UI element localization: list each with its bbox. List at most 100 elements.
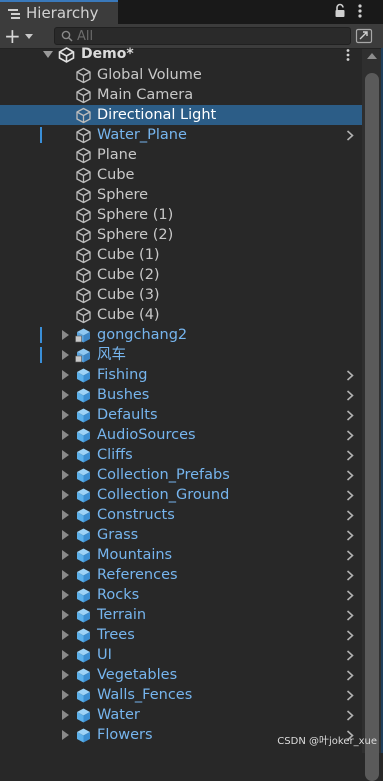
open-prefab-chevron-icon[interactable] [346, 490, 354, 501]
expand-arrow-icon[interactable] [62, 730, 69, 740]
hierarchy-item[interactable]: UI [0, 645, 362, 665]
open-prefab-chevron-icon[interactable] [346, 130, 354, 141]
hierarchy-item[interactable]: Collection_Prefabs [0, 465, 362, 485]
expand-arrow-icon[interactable] [62, 510, 69, 520]
hierarchy-item-label: Collection_Ground [97, 487, 230, 503]
expand-arrow-icon[interactable] [62, 570, 69, 580]
model-prefab-icon [75, 348, 90, 363]
vertical-scrollbar[interactable] [362, 49, 383, 781]
hierarchy-item[interactable]: Defaults [0, 405, 362, 425]
expand-arrow-icon[interactable] [62, 390, 69, 400]
hierarchy-item[interactable]: Rocks [0, 585, 362, 605]
prefab-icon [77, 368, 90, 383]
expand-arrow-icon[interactable] [62, 710, 69, 720]
expand-arrow-icon[interactable] [62, 490, 69, 500]
open-prefab-chevron-icon[interactable] [346, 570, 354, 581]
hierarchy-item[interactable]: Directional Light [0, 105, 362, 125]
expand-arrow-icon[interactable] [62, 530, 69, 540]
scroll-up-arrow-icon[interactable] [367, 53, 377, 59]
open-prefab-chevron-icon[interactable] [346, 390, 354, 401]
hierarchy-item[interactable]: Sphere (2) [0, 225, 362, 245]
open-prefab-chevron-icon[interactable] [346, 650, 354, 661]
expand-arrow-icon[interactable] [62, 690, 69, 700]
hierarchy-item[interactable]: Main Camera [0, 85, 362, 105]
expand-arrow-icon[interactable] [62, 430, 69, 440]
expand-arrow-icon[interactable] [62, 670, 69, 680]
expand-arrow-icon[interactable] [62, 650, 69, 660]
open-prefab-chevron-icon[interactable] [346, 690, 354, 701]
gameobject-icon [76, 87, 91, 104]
hierarchy-item[interactable]: Vegetables [0, 665, 362, 685]
override-marker [40, 347, 42, 363]
hierarchy-item[interactable]: Cliffs [0, 445, 362, 465]
expand-arrow-icon[interactable] [62, 590, 69, 600]
open-prefab-chevron-icon[interactable] [346, 530, 354, 541]
window-menu-icon[interactable] [355, 3, 365, 19]
hierarchy-item[interactable]: Water [0, 705, 362, 725]
hierarchy-item[interactable]: AudioSources [0, 425, 362, 445]
prefab-icon [77, 648, 90, 663]
expand-arrow-icon[interactable] [62, 630, 69, 640]
hierarchy-item[interactable]: Fishing [0, 365, 362, 385]
scene-row[interactable]: Demo* [0, 45, 362, 65]
hierarchy-list-icon [8, 8, 20, 19]
hierarchy-item[interactable]: Trees [0, 625, 362, 645]
hierarchy-item[interactable]: Walls_Fences [0, 685, 362, 705]
model-prefab-icon [75, 328, 90, 343]
expand-arrow-icon[interactable] [62, 450, 69, 460]
open-prefab-chevron-icon[interactable] [346, 610, 354, 621]
tab-hierarchy[interactable]: Hierarchy [0, 0, 118, 24]
hierarchy-item[interactable]: Collection_Ground [0, 485, 362, 505]
hierarchy-item[interactable]: Constructs [0, 505, 362, 525]
lock-icon[interactable] [334, 3, 346, 19]
hierarchy-item-label: Cliffs [97, 447, 133, 463]
expand-arrow-icon[interactable] [62, 550, 69, 560]
hierarchy-item-label: Cube [97, 167, 135, 183]
hierarchy-item[interactable]: Global Volume [0, 65, 362, 85]
open-prefab-chevron-icon[interactable] [346, 670, 354, 681]
hierarchy-item[interactable]: Grass [0, 525, 362, 545]
hierarchy-item[interactable]: References [0, 565, 362, 585]
expand-arrow-icon[interactable] [62, 370, 69, 380]
open-prefab-chevron-icon[interactable] [346, 450, 354, 461]
expand-arrow-icon[interactable] [62, 470, 69, 480]
hierarchy-item[interactable]: Cube (4) [0, 305, 362, 325]
scene-fold-arrow-icon[interactable] [43, 51, 53, 58]
open-prefab-chevron-icon[interactable] [346, 550, 354, 561]
expand-arrow-icon[interactable] [62, 410, 69, 420]
prefab-icon [77, 428, 90, 443]
hierarchy-item[interactable]: Sphere (1) [0, 205, 362, 225]
hierarchy-item[interactable]: Terrain [0, 605, 362, 625]
open-prefab-chevron-icon[interactable] [346, 710, 354, 721]
hierarchy-item[interactable]: Plane [0, 145, 362, 165]
open-prefab-chevron-icon[interactable] [346, 370, 354, 381]
create-dropdown-button[interactable]: + [4, 26, 42, 46]
hierarchy-item[interactable]: gongchang2 [0, 325, 362, 345]
open-prefab-chevron-icon[interactable] [346, 630, 354, 641]
search-type-icon[interactable] [355, 28, 373, 44]
hierarchy-item[interactable]: Cube (2) [0, 265, 362, 285]
scene-menu-icon[interactable] [344, 48, 352, 62]
hierarchy-item[interactable]: Bushes [0, 385, 362, 405]
search-field[interactable] [54, 27, 351, 45]
hierarchy-item[interactable]: Cube [0, 165, 362, 185]
hierarchy-item[interactable]: 风车 [0, 345, 362, 365]
expand-arrow-icon[interactable] [62, 350, 69, 360]
search-input[interactable] [77, 28, 317, 44]
hierarchy-item-label: Constructs [97, 507, 175, 523]
hierarchy-item[interactable]: Sphere [0, 185, 362, 205]
hierarchy-item[interactable]: Cube (1) [0, 245, 362, 265]
open-prefab-chevron-icon[interactable] [346, 410, 354, 421]
hierarchy-item[interactable]: Cube (3) [0, 285, 362, 305]
hierarchy-item[interactable]: Water_Plane [0, 125, 362, 145]
open-prefab-chevron-icon[interactable] [346, 470, 354, 481]
expand-arrow-icon[interactable] [62, 330, 69, 340]
open-prefab-chevron-icon[interactable] [346, 510, 354, 521]
hierarchy-item[interactable]: Mountains [0, 545, 362, 565]
gameobject-icon [76, 307, 91, 324]
open-prefab-chevron-icon[interactable] [346, 590, 354, 601]
prefab-icon [77, 468, 90, 483]
expand-arrow-icon[interactable] [62, 610, 69, 620]
scrollbar-thumb[interactable] [365, 73, 379, 781]
open-prefab-chevron-icon[interactable] [346, 430, 354, 441]
